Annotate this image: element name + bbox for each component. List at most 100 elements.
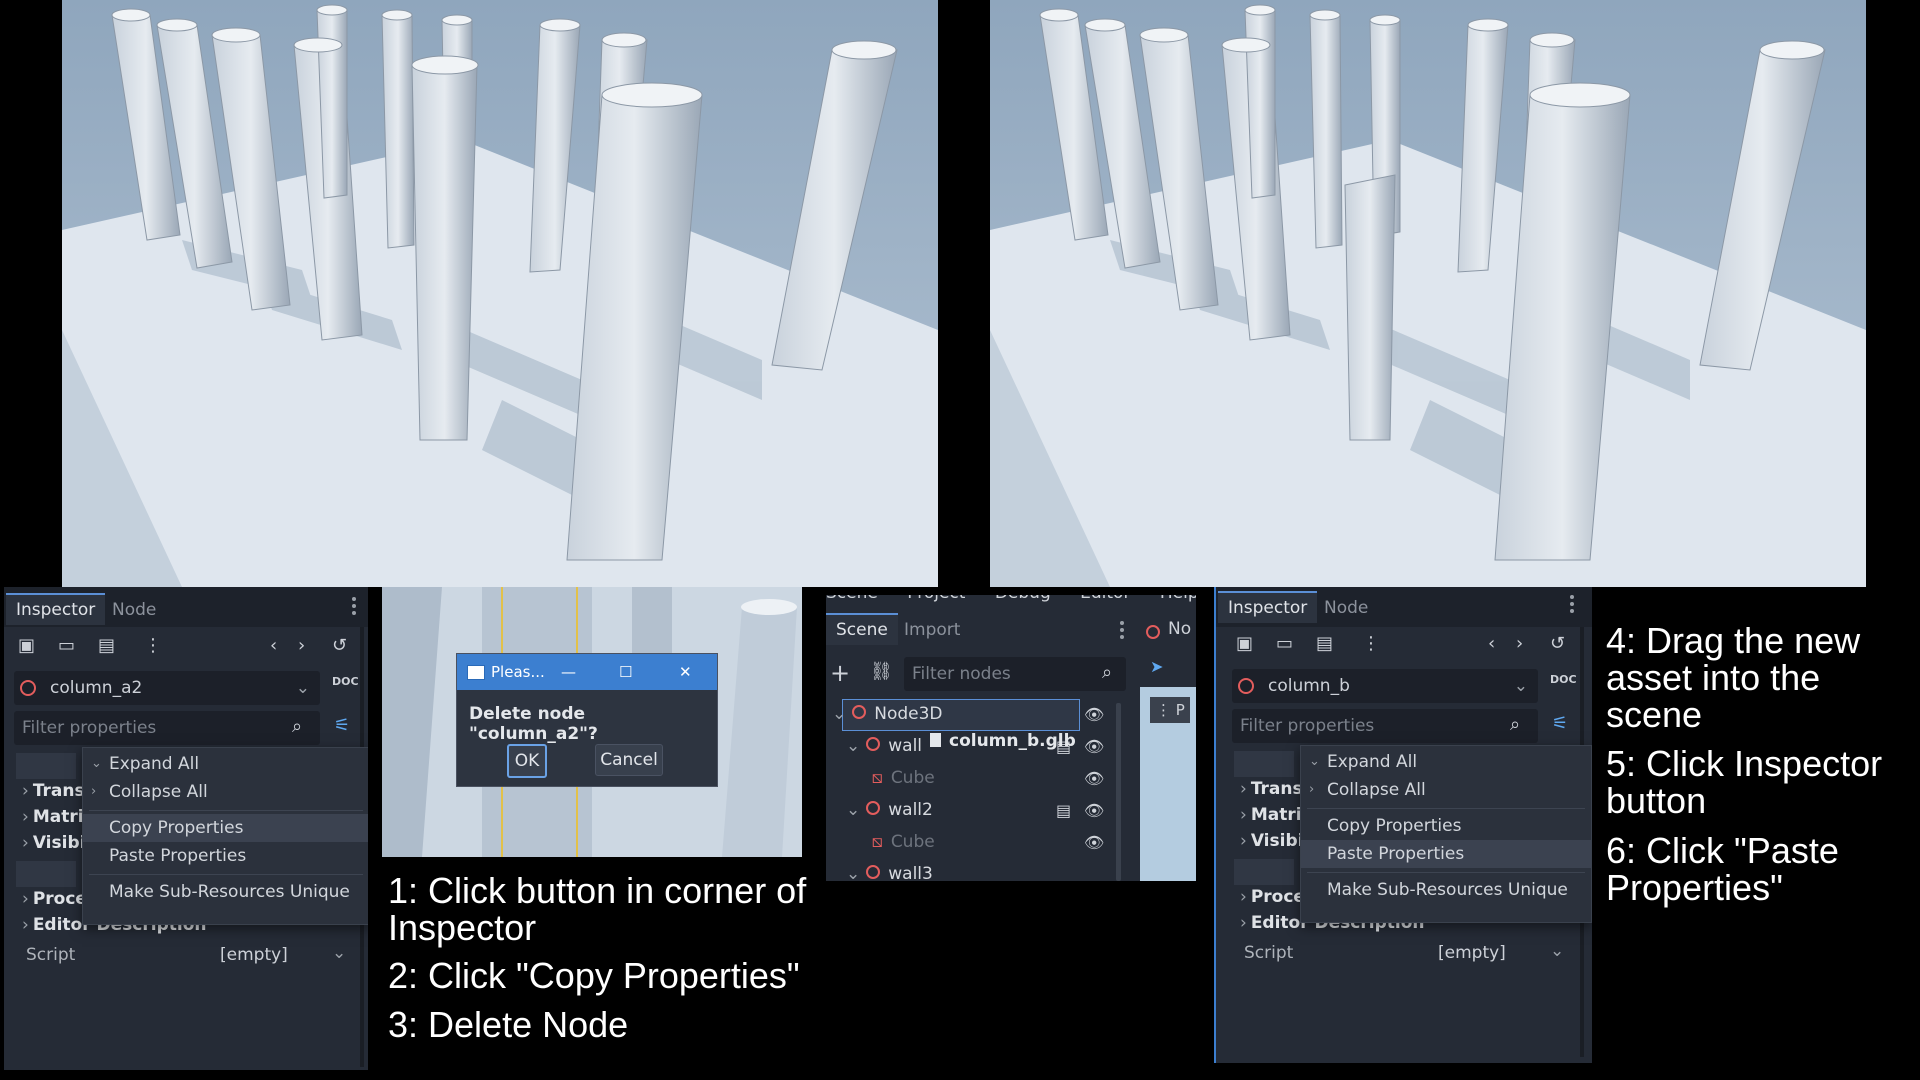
menu-copy-properties[interactable]: Copy Properties [1301,812,1591,840]
menu-separator [1307,872,1585,873]
menu-editor[interactable]: Editor [1080,595,1130,603]
scene-render-before [62,0,938,587]
viewport-after[interactable] [990,0,1866,587]
mesh-icon: ⧅ [872,832,883,852]
ok-button[interactable]: OK [507,744,547,778]
visibility-eye-icon[interactable]: 👁 [1084,769,1104,788]
new-resource-icon[interactable]: ▣ [18,635,35,656]
visibility-eye-icon[interactable]: 👁 [1084,737,1104,756]
inspector-menu-icon[interactable] [1570,595,1574,616]
menu-copy-properties[interactable]: Copy Properties [83,814,368,842]
viewport-area[interactable]: ⋮ P [1140,687,1196,881]
section-process[interactable]: › Proce [1240,887,1305,907]
doc-icon[interactable]: DOC [1550,673,1577,686]
tab-import[interactable]: Import [894,615,970,645]
chevron-down-icon: ⌄ [1513,676,1528,696]
chevron-down-icon[interactable]: ⌄ [332,943,346,963]
tree-node-wall3[interactable]: ⌄ wall3 [846,859,933,881]
property-stripe [16,753,76,779]
add-node-icon[interactable]: + [830,659,850,687]
tree-node-wall[interactable]: ⌄ wall [846,731,922,761]
script-value[interactable]: [empty] [220,945,288,965]
visibility-eye-icon[interactable]: 👁 [1084,833,1104,852]
scene-instance-icon[interactable]: ▤ [1056,801,1071,820]
section-matrix[interactable]: › Matri [1240,805,1302,825]
close-icon[interactable]: ✕ [679,654,692,690]
script-label: Script [1244,943,1294,963]
menu-expand-all[interactable]: ⌄ Expand All [1301,748,1591,776]
history-icon[interactable]: ↺ [1550,633,1565,654]
filter-settings-icon[interactable]: ⚟ [334,715,350,736]
tab-node[interactable]: Node [1314,593,1378,623]
back-icon[interactable]: ‹ [1488,633,1495,654]
new-resource-icon[interactable]: ▣ [1236,633,1253,654]
tab-inspector[interactable]: Inspector [6,593,106,625]
cancel-button[interactable]: Cancel [595,744,663,776]
chevron-down-icon: ⌄ [846,800,861,820]
chevron-down-icon[interactable]: ⌄ [1550,941,1564,961]
more-icon[interactable]: ⋮ [1362,633,1380,654]
filter-nodes-input[interactable]: Filter nodes [904,657,1126,691]
maximize-icon[interactable]: ☐ [619,654,632,690]
node-selector[interactable]: column_b ⌄ [1232,669,1538,703]
link-icon[interactable]: ⛓ [870,661,893,682]
open-folder-icon[interactable]: ▭ [58,635,75,656]
section-visibility[interactable]: › Visibi [1240,831,1303,851]
inspector-menu-icon[interactable] [352,597,356,618]
open-folder-icon[interactable]: ▭ [1276,633,1293,654]
tree-node-node3d[interactable]: ⌄ Node3D [832,699,943,729]
section-process[interactable]: › Proce [22,889,87,909]
tree-node-cube[interactable]: ⧅ Cube [872,827,935,857]
inspector-context-menu: ⌄ Expand All › Collapse All Copy Propertie… [82,747,368,925]
section-visibility[interactable]: › Visibi [22,833,85,853]
menu-make-sub-resources-unique[interactable]: Make Sub-Resources Unique [1301,876,1591,904]
tab-node[interactable]: Node [102,595,166,625]
menu-debug[interactable]: Debug [995,595,1051,603]
tree-node-wall2[interactable]: ⌄ wall2 [846,795,933,825]
menu-make-sub-resources-unique[interactable]: Make Sub-Resources Unique [83,878,368,906]
chevron-down-icon: ⌄ [846,736,861,756]
visibility-eye-icon[interactable]: 👁 [1084,801,1104,820]
menu-collapse-all[interactable]: › Collapse All [83,778,368,806]
menu-scene[interactable]: Scene [826,595,878,603]
visibility-eye-icon[interactable]: 👁 [1084,705,1104,724]
property-stripe [1234,751,1294,777]
section-matrix[interactable]: › Matri [22,807,84,827]
save-icon[interactable]: ▤ [1316,633,1333,654]
section-transform[interactable]: › Trans [22,781,85,801]
forward-icon[interactable]: › [1516,633,1523,654]
scrollbar[interactable] [1116,703,1121,881]
filter-settings-icon[interactable]: ⚟ [1552,713,1568,734]
section-transform[interactable]: › Trans [1240,779,1303,799]
filter-properties-input[interactable]: Filter properties [1232,709,1538,743]
minimize-icon[interactable]: — [561,654,576,690]
save-icon[interactable]: ▤ [98,635,115,656]
tree-node-cube[interactable]: ⧅ Cube [872,763,935,793]
delete-confirm-screenshot: Pleas... — ☐ ✕ Delete node "column_a2"? … [382,587,802,857]
forward-icon[interactable]: › [298,635,305,656]
menu-project[interactable]: Project [907,595,965,603]
doc-icon[interactable]: DOC [332,675,359,688]
menu-paste-properties[interactable]: Paste Properties [83,842,368,870]
select-cursor-icon[interactable]: ➤ [1150,657,1163,676]
menu-expand-all[interactable]: ⌄ Expand All [83,750,368,778]
inspector-panel-right: Inspector Node ▣ ▭ ▤ ⋮ ‹ › ↺ column_b ⌄ … [1214,587,1592,1063]
viewport-dock: No ➤ ⋮ P [1140,607,1196,881]
tab-scene[interactable]: Scene [826,613,898,645]
menu-separator [1307,808,1585,809]
tab-inspector[interactable]: Inspector [1218,591,1318,623]
node-selector[interactable]: column_a2 ⌄ [14,671,320,705]
search-icon: ⌕ [292,716,303,737]
back-icon[interactable]: ‹ [270,635,277,656]
perspective-button[interactable]: ⋮ P [1150,697,1190,723]
menu-help[interactable]: Help [1160,595,1196,603]
menu-paste-properties[interactable]: Paste Properties [1301,840,1591,868]
viewport-before[interactable] [62,0,938,587]
menu-collapse-all[interactable]: › Collapse All [1301,776,1591,804]
history-icon[interactable]: ↺ [332,635,347,656]
script-value[interactable]: [empty] [1438,943,1506,963]
scene-menu-icon[interactable] [1120,621,1124,642]
side-tab-label[interactable]: No [1168,619,1191,639]
filter-properties-input[interactable]: Filter properties [14,711,320,745]
more-icon[interactable]: ⋮ [144,635,162,656]
